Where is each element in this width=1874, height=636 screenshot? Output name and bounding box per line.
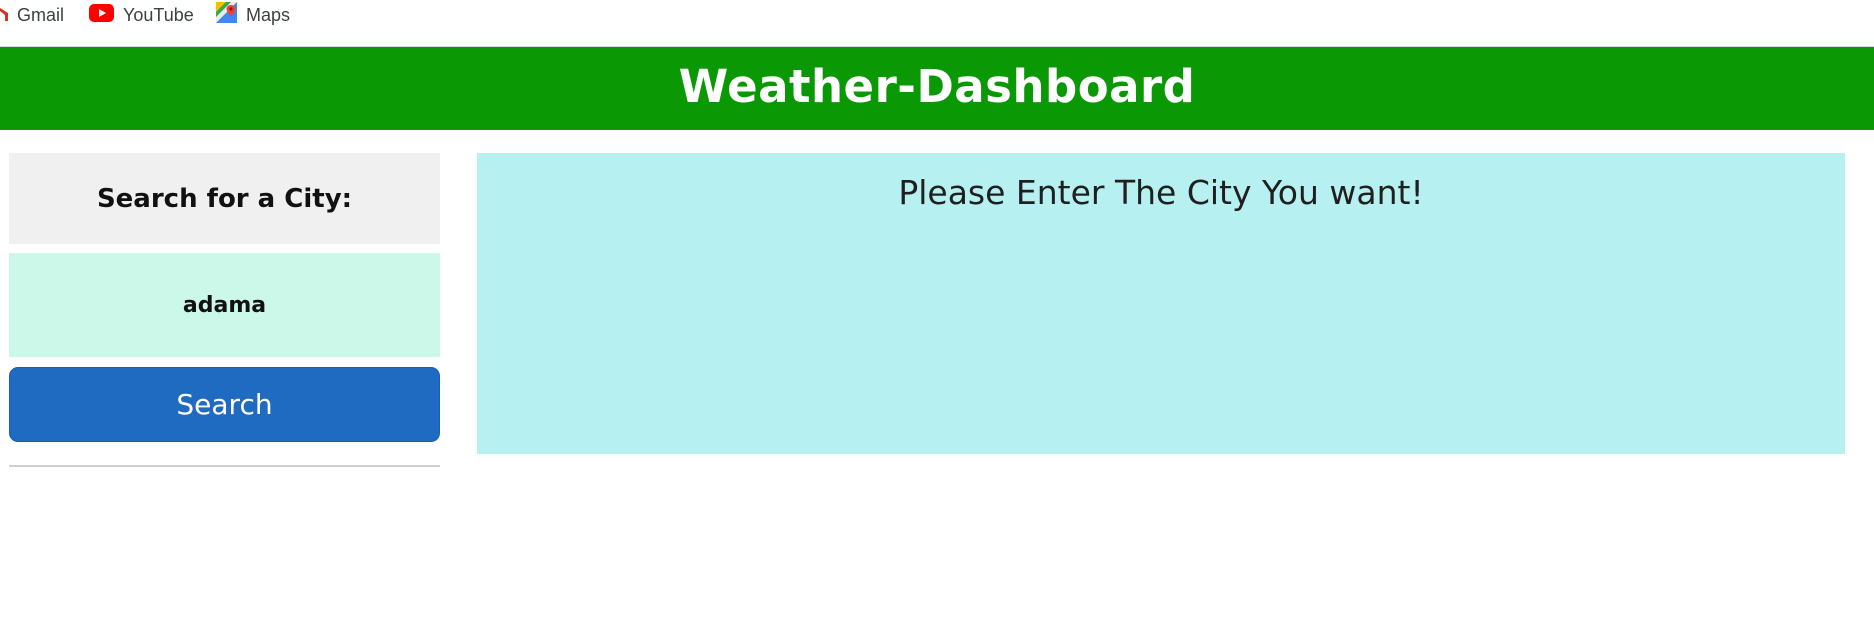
maps-icon bbox=[216, 2, 237, 28]
sidebar-divider bbox=[9, 465, 440, 467]
page-header: Weather-Dashboard bbox=[0, 47, 1874, 130]
weather-result-panel: Please Enter The City You want! bbox=[477, 153, 1845, 454]
city-search-input[interactable] bbox=[9, 253, 440, 357]
bookmarks-bar: Gmail YouTube Maps bbox=[0, 0, 1874, 47]
search-button[interactable]: Search bbox=[9, 367, 440, 442]
youtube-icon bbox=[89, 3, 114, 27]
bookmark-label: YouTube bbox=[123, 4, 194, 25]
bookmark-maps[interactable]: Maps bbox=[216, 0, 290, 30]
bookmark-label: Maps bbox=[246, 4, 291, 25]
bookmark-label: Gmail bbox=[17, 4, 65, 25]
search-heading: Search for a City: bbox=[9, 153, 440, 244]
result-message: Please Enter The City You want! bbox=[898, 173, 1424, 212]
gmail-icon bbox=[0, 5, 8, 26]
bookmark-gmail[interactable]: Gmail bbox=[0, 0, 64, 30]
page-title: Weather-Dashboard bbox=[678, 60, 1196, 113]
bookmark-youtube[interactable]: YouTube bbox=[89, 0, 194, 30]
